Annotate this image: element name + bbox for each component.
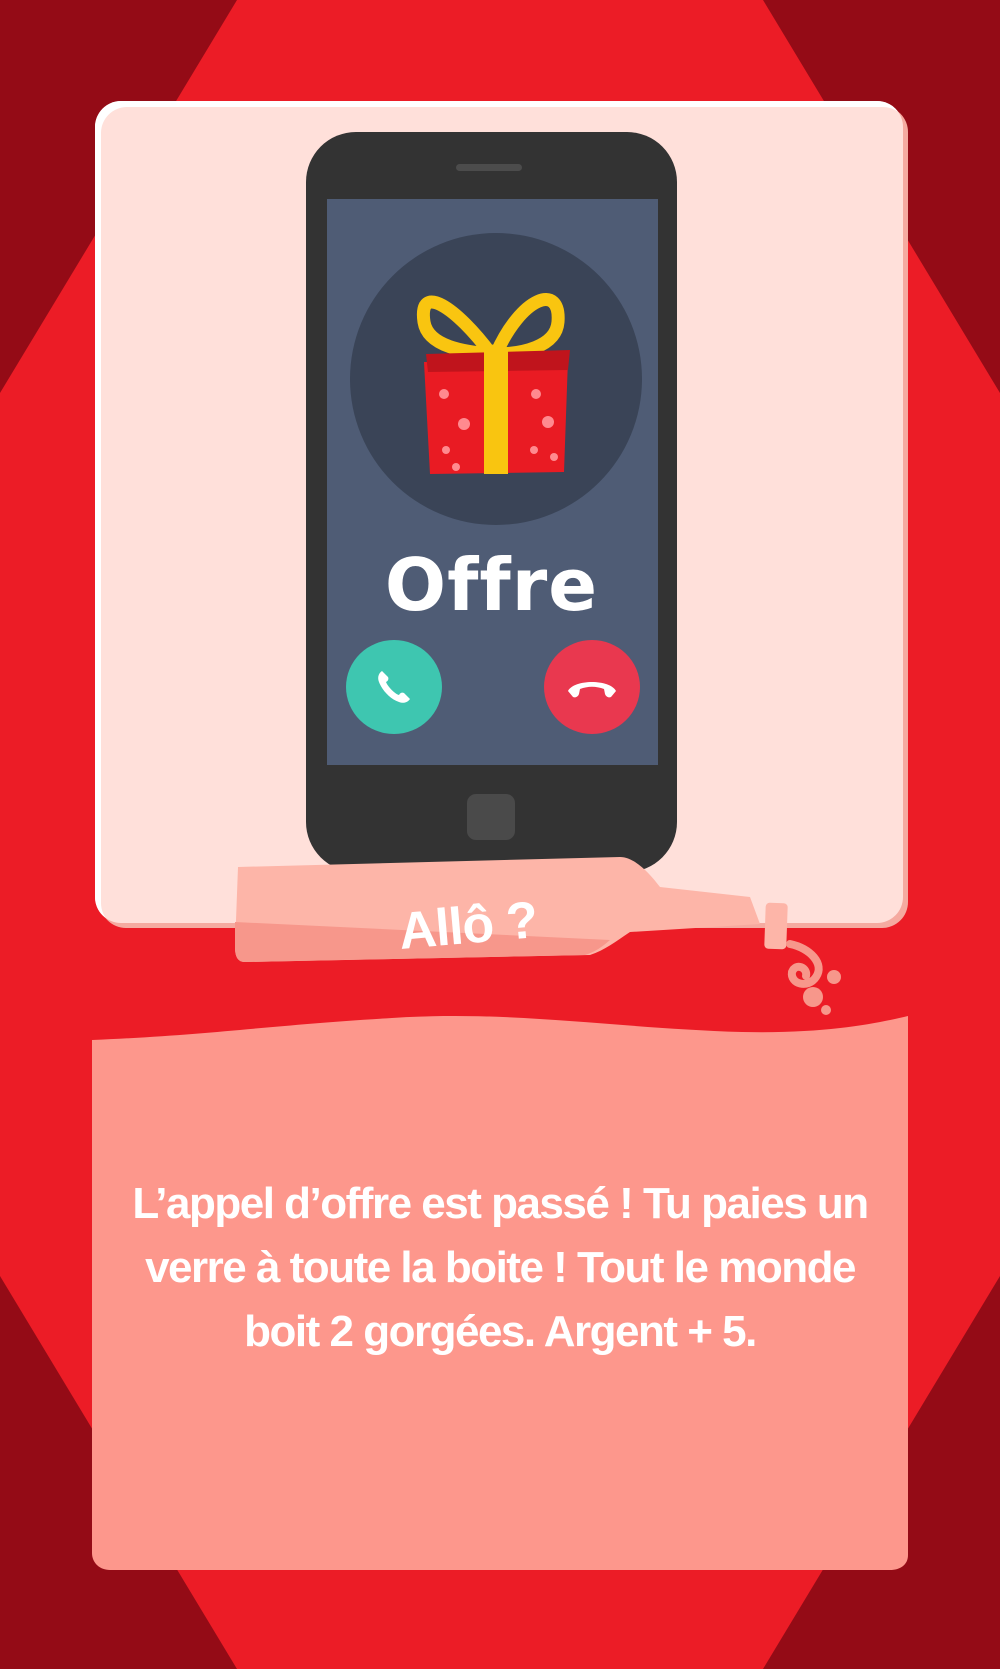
card-description: L’appel d’offre est passé ! Tu paies un …	[132, 1179, 869, 1356]
decline-call-button[interactable]	[544, 640, 640, 734]
phone-decline-icon	[568, 682, 616, 698]
caller-name: Offre	[384, 543, 599, 627]
accept-call-button[interactable]	[346, 640, 442, 734]
phone-speaker	[456, 164, 522, 171]
phone-home-button[interactable]	[469, 794, 515, 840]
phone-accept-icon	[378, 671, 410, 703]
phone-illustration	[306, 132, 677, 872]
